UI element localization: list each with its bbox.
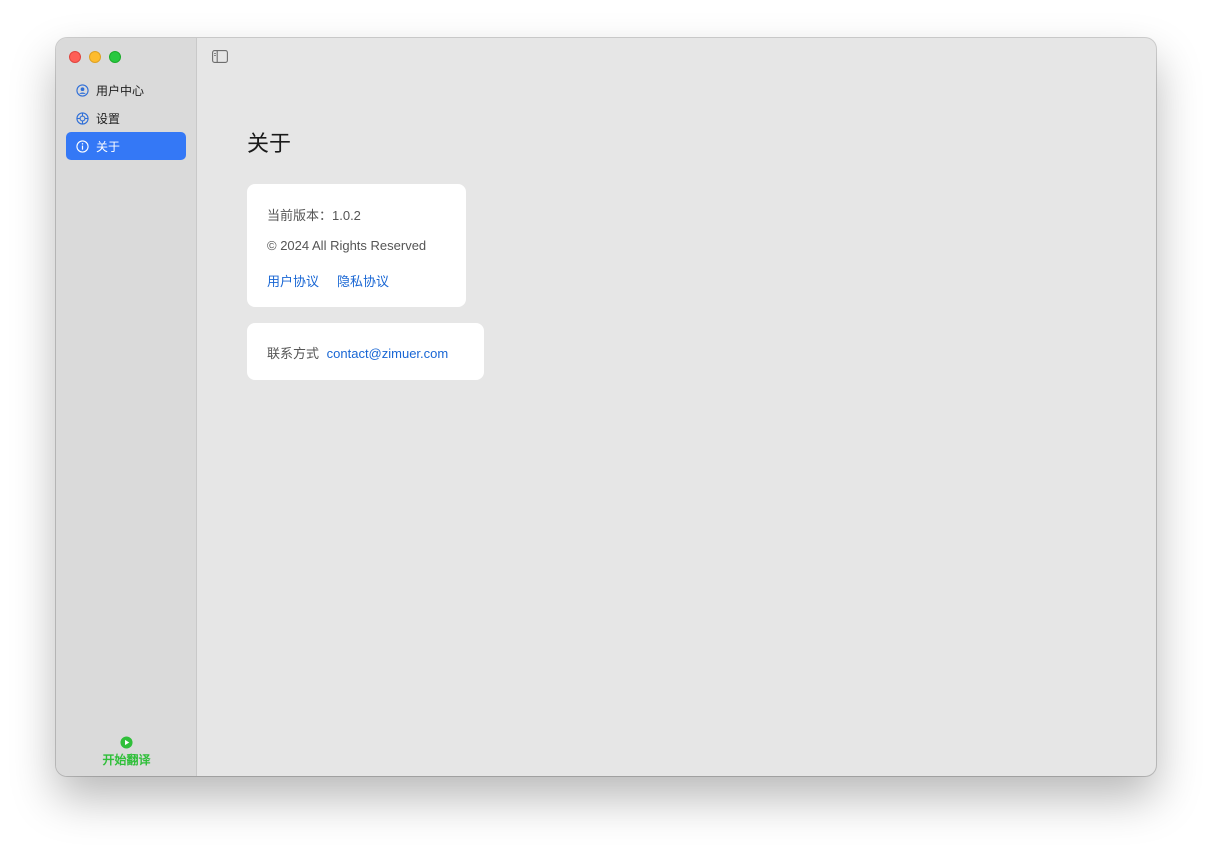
zoom-window-button[interactable] [109, 51, 121, 63]
sidebar-item-label: 设置 [96, 111, 121, 126]
main-content: 关于 当前版本：1.0.2 © 2024 All Rights Reserved… [197, 38, 1156, 776]
settings-gear-icon [76, 111, 89, 125]
page-title: 关于 [247, 131, 292, 156]
version-info-card: 当前版本：1.0.2 © 2024 All Rights Reserved 用户… [247, 184, 466, 307]
start-translation-button[interactable]: 开始翻译 [56, 736, 197, 768]
start-translation-label: 开始翻译 [102, 753, 151, 767]
agreement-links: 用户协议 隐私协议 [267, 271, 389, 290]
play-circle-icon [120, 736, 133, 749]
minimize-window-button[interactable] [89, 51, 101, 63]
contact-email-link[interactable]: contact@zimuer.com [327, 346, 449, 361]
sidebar-item-user-center[interactable]: 用户中心 [66, 76, 186, 104]
sidebar-item-settings[interactable]: 设置 [66, 104, 186, 132]
sidebar-toggle-icon[interactable] [212, 50, 228, 63]
user-agreement-link[interactable]: 用户协议 [267, 274, 319, 289]
window-controls [69, 51, 121, 63]
copyright-text: © 2024 All Rights Reserved [267, 238, 427, 253]
sidebar-nav: 用户中心 设置 关于 [66, 76, 186, 160]
info-circle-icon [76, 139, 89, 153]
sidebar-item-about[interactable]: 关于 [66, 132, 186, 160]
user-circle-icon [76, 83, 89, 97]
privacy-policy-link[interactable]: 隐私协议 [337, 274, 389, 289]
contact-row: 联系方式 contact@zimuer.com [267, 343, 448, 362]
sidebar-item-label: 关于 [96, 139, 121, 154]
close-window-button[interactable] [69, 51, 81, 63]
sidebar-item-label: 用户中心 [96, 83, 145, 98]
version-text: 当前版本：1.0.2 [267, 208, 361, 223]
app-window: 用户中心 设置 关于 开始翻译 关于 当前版本：1.0.2 © 2024 All… [56, 38, 1156, 776]
sidebar: 用户中心 设置 关于 开始翻译 [56, 38, 197, 776]
contact-card: 联系方式 contact@zimuer.com [247, 323, 484, 380]
contact-label: 联系方式 [267, 346, 320, 361]
